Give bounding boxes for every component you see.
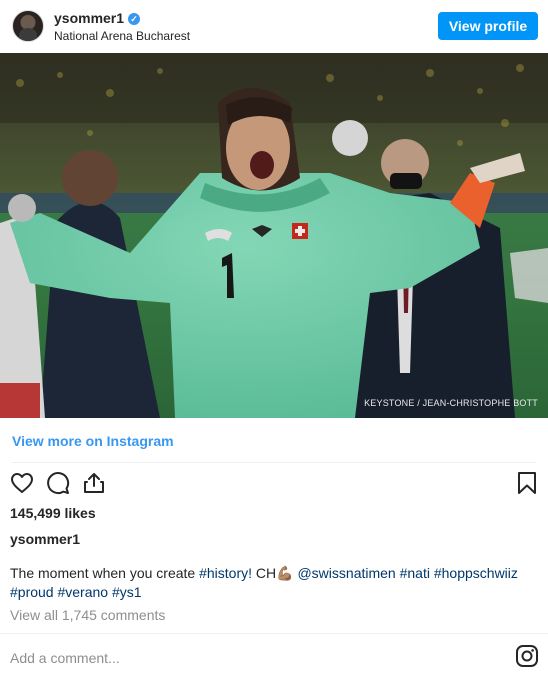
hashtag-verano[interactable]: #verano	[57, 584, 108, 600]
hashtag-proud[interactable]: #proud	[10, 584, 54, 600]
username[interactable]: ysommer1 ✓	[54, 10, 141, 26]
divider	[12, 462, 536, 463]
caption-emoji: CH💪🏽	[252, 565, 298, 581]
username-text[interactable]: ysommer1	[54, 10, 124, 26]
view-all-comments-link[interactable]: View all 1,745 comments	[10, 607, 165, 623]
photo-credit: KEYSTONE / JEAN-CHRISTOPHE BOTT	[364, 398, 538, 408]
add-comment-input[interactable]: Add a comment...	[10, 650, 120, 666]
photo-illustration	[0, 53, 548, 418]
view-more-link[interactable]: View more on Instagram	[12, 433, 174, 449]
view-profile-button[interactable]: View profile	[438, 12, 538, 40]
bookmark-icon[interactable]	[515, 471, 539, 500]
verified-badge-icon: ✓	[128, 13, 141, 25]
post-photo[interactable]: KEYSTONE / JEAN-CHRISTOPHE BOTT	[0, 53, 548, 418]
caption-body: The moment when you create	[10, 565, 200, 581]
caption-owner[interactable]: ysommer1	[10, 531, 80, 547]
mention-swissnatimen[interactable]: @swissnatimen	[297, 565, 395, 581]
location[interactable]: National Arena Bucharest	[54, 29, 190, 43]
heart-icon[interactable]	[10, 471, 34, 500]
hashtag-ys1[interactable]: #ys1	[112, 584, 142, 600]
post-header: ysommer1 ✓ National Arena Bucharest View …	[0, 0, 548, 52]
hashtag-nati[interactable]: #nati	[400, 565, 430, 581]
instagram-logo-icon[interactable]	[515, 644, 539, 673]
likes-count[interactable]: 145,499 likes	[10, 505, 96, 521]
hashtag-hoppschwiiz[interactable]: #hoppschwiiz	[434, 565, 518, 581]
caption-text: The moment when you create #history! CH💪…	[10, 564, 530, 602]
comment-icon[interactable]	[46, 471, 70, 500]
divider	[0, 633, 548, 634]
avatar[interactable]	[12, 10, 44, 42]
hashtag-history[interactable]: #history!	[199, 565, 252, 581]
share-icon[interactable]	[82, 471, 106, 500]
